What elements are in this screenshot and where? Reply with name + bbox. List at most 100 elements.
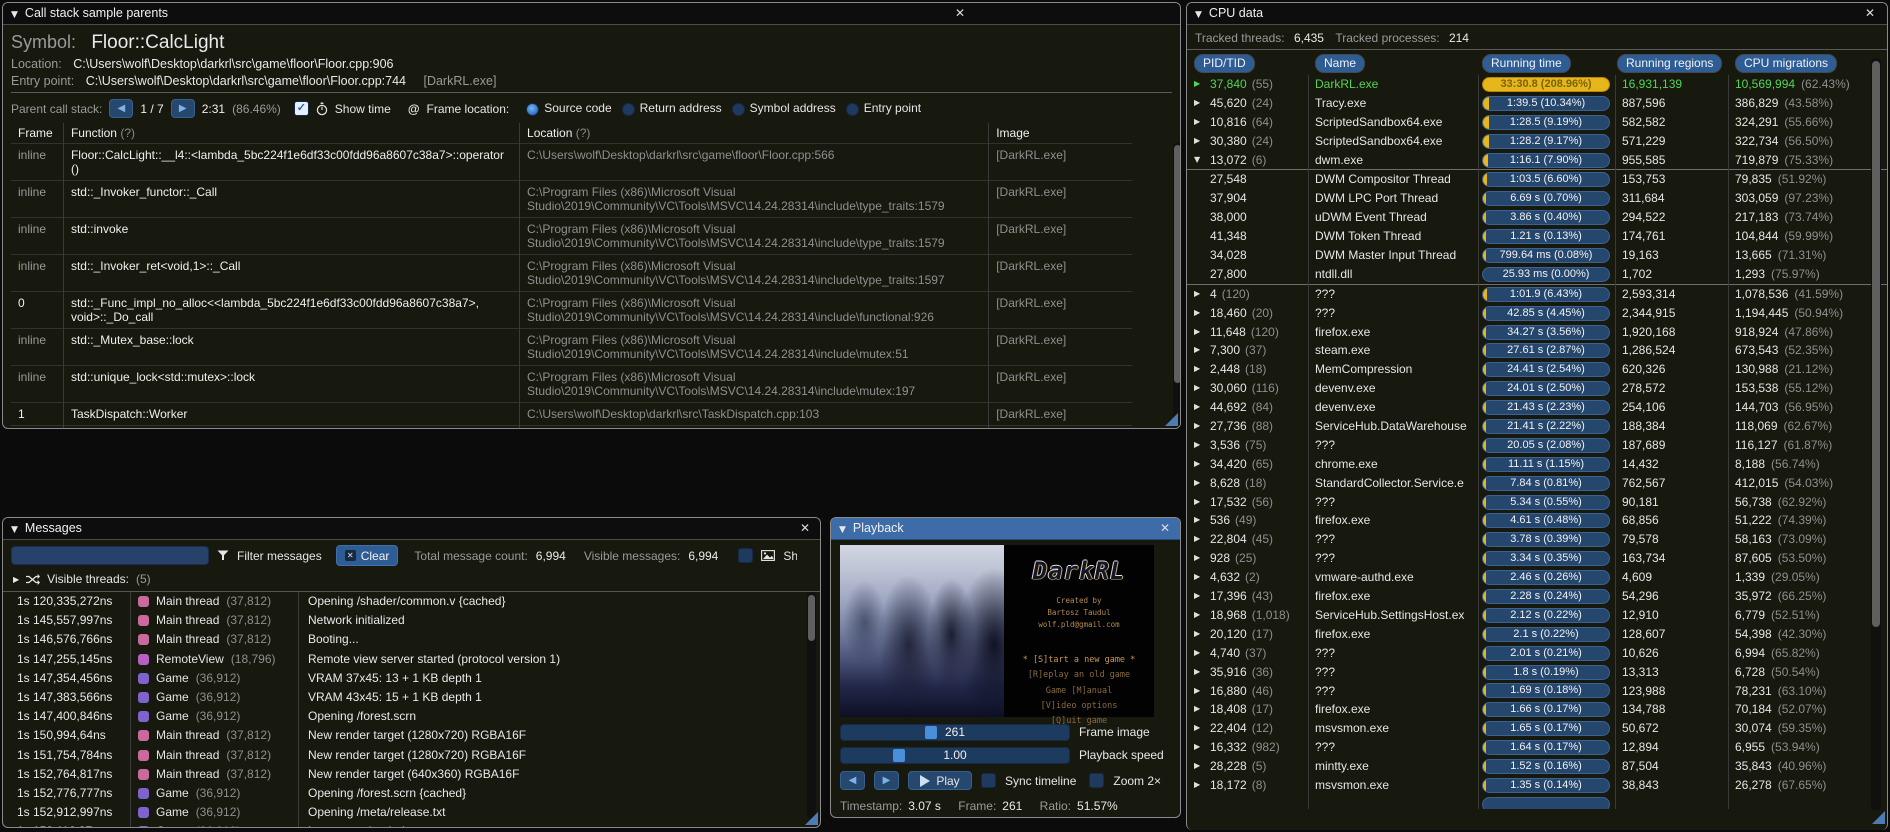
cpu-row[interactable]: 38,000 uDWM Event Thread 3.86 s (0.40%) 294… — [1187, 208, 1887, 227]
callstack-frame-row[interactable]: inline std::_Mutex_base::lock C:\Program F… — [11, 328, 1132, 366]
expand-icon[interactable]: ▶ — [1187, 682, 1210, 701]
cpu-row[interactable]: ▶ 4,740 (37)??? 2.01 s (0.21%) 10,626 6,994 (6… — [1187, 644, 1887, 663]
frame-location-radio[interactable]: Source code — [526, 101, 612, 116]
message-row[interactable]: 1s 146,576,766ns Main thread (37,812) Booti… — [3, 630, 820, 650]
frame-image-slider[interactable]: 261 — [840, 724, 1070, 741]
close-icon[interactable]: ✕ — [800, 518, 810, 539]
cpu-row[interactable]: ▶ 22,404 (12) msvsmon.exe 1.65 s (0.17%) 50,6… — [1187, 719, 1887, 738]
message-row[interactable]: 1s 152,764,817ns Main thread (37,812) New r… — [3, 764, 820, 784]
radio-icon[interactable] — [845, 102, 859, 116]
resize-grip[interactable] — [805, 812, 818, 825]
pid-cell[interactable]: ▶ 4,740 (37) — [1187, 644, 1308, 663]
cpu-row[interactable]: ▶ 4 (120)??? 1:01.9 (6.43%) 2,593,314 1,078,5… — [1187, 285, 1887, 304]
pid-cell[interactable]: 38,000 — [1187, 208, 1308, 227]
expand-icon[interactable]: ▶ — [1187, 700, 1210, 719]
expand-icon[interactable]: ▶ — [1187, 757, 1210, 776]
frame-location-radio[interactable]: Entry point — [845, 101, 921, 116]
expand-icon[interactable]: ▶ — [1187, 417, 1210, 436]
messages-titlebar[interactable]: ▼ Messages ✕ — [3, 518, 820, 540]
playback-speed-slider[interactable]: 1.00 — [840, 747, 1070, 764]
pid-cell[interactable]: ▶ 30,060 (116) — [1187, 379, 1308, 398]
frame-location-radio[interactable]: Symbol address — [731, 101, 836, 116]
expand-icon[interactable]: ▶ — [1187, 304, 1210, 323]
cpu-row[interactable]: ▶ 30,380 (24) ScriptedSandbox64.exe 1:28.2 (… — [1187, 132, 1887, 151]
cpu-row[interactable]: 34,028 DWM Master Input Thread 799.64 ms (… — [1187, 246, 1887, 265]
frame-function[interactable]: std::_Invoker_functor::_Call — [63, 180, 521, 218]
close-icon[interactable]: ✕ — [1160, 518, 1170, 539]
expand-icon[interactable]: ▶ — [1187, 644, 1210, 663]
frame-function[interactable]: std::thread::_Invoke<std::tuple<<lambda_… — [63, 425, 521, 428]
expand-icon[interactable]: ▶ — [1187, 776, 1210, 795]
callstack-frame-row[interactable]: inline Floor::CalcLight::__l4::<lambda_5b… — [11, 143, 1132, 181]
radio-label[interactable]: Entry point — [864, 101, 921, 115]
expand-icon[interactable]: ▶ — [1187, 511, 1210, 530]
collapse-icon[interactable]: ▼ — [1187, 151, 1210, 170]
callstack-frame-row[interactable]: 0 std::_Func_impl_no_alloc<<lambda_5bc224… — [11, 291, 1132, 329]
col-running-regions[interactable]: Running regions — [1617, 54, 1723, 73]
cpu-row[interactable]: ▶ 44,692 (84) devenv.exe 21.43 s (2.23%) 254,… — [1187, 398, 1887, 417]
expand-icon[interactable]: ▶ — [1187, 738, 1210, 757]
close-icon[interactable]: ✕ — [955, 3, 965, 24]
collapse-icon[interactable]: ▼ — [11, 10, 18, 20]
expand-icon[interactable]: ▶ — [1187, 379, 1210, 398]
cpu-row[interactable]: ▶ 35,916 (36)??? 1.8 s (0.19%) 13,313 6,728 (5… — [1187, 663, 1887, 682]
pid-cell[interactable]: 27,548 — [1187, 170, 1308, 189]
resize-grip[interactable] — [1165, 413, 1178, 426]
cpu-row[interactable]: ▶ 34,420 (65) chrome.exe 11.11 s (1.15%) 14,4… — [1187, 455, 1887, 474]
callstack-frame-row[interactable]: 2std::thread::_Invoke<std::tuple<<lambda… — [11, 425, 1132, 428]
expand-icon[interactable]: ▶ — [1187, 436, 1210, 455]
radio-label[interactable]: Source code — [544, 101, 611, 115]
cpu-row[interactable]: ▶ 928 (25)??? 3.34 s (0.35%) 163,734 87,605 (5… — [1187, 549, 1887, 568]
expand-icon[interactable]: ▶ — [1187, 455, 1210, 474]
expand-icon[interactable]: ▶ — [1187, 625, 1210, 644]
cpu-row[interactable]: ▶ 17,396 (43) firefox.exe 2.28 s (0.24%) 54,2… — [1187, 587, 1887, 606]
col-cpu-migrations[interactable]: CPU migrations — [1735, 54, 1838, 73]
pid-cell[interactable]: ▶ 37,840 (55) — [1187, 75, 1308, 94]
expand-icon[interactable]: ▶ — [1187, 132, 1210, 151]
pid-cell[interactable]: ▶ 16,332 (982) — [1187, 738, 1308, 757]
pid-cell[interactable]: ▶ 22,404 (12) — [1187, 719, 1308, 738]
cpu-row[interactable]: ▶ 16,880 (46)??? 1.69 s (0.18%) 123,988 78,23… — [1187, 682, 1887, 701]
cpu-row[interactable]: 27,800 ntdll.dll 25.93 ms (0.00%) 1,702 1,29… — [1187, 265, 1887, 285]
cpu-row[interactable]: ▶ 18,968 (1,018) ServiceHub.SettingsHost.ex… — [1187, 606, 1887, 625]
callstack-titlebar[interactable]: ▼ Call stack sample parents ✕ — [3, 3, 1180, 25]
radio-label[interactable]: Symbol address — [750, 101, 836, 115]
cpu-row[interactable]: ▶ 7,300 (37) steam.exe 27.61 s (2.87%) 1,286,… — [1187, 341, 1887, 360]
expand-icon[interactable]: ▶ — [13, 575, 19, 584]
expand-icon[interactable]: ▶ — [1187, 663, 1210, 682]
collapse-icon[interactable]: ▼ — [11, 525, 18, 535]
clear-button[interactable]: ✕ Clear — [335, 545, 399, 566]
frame-function[interactable]: TaskDispatch::Worker — [63, 402, 521, 426]
cpu-row[interactable]: ▶ 27,736 (88) ServiceHub.DataWarehouse 21.41… — [1187, 417, 1887, 436]
pid-cell[interactable]: ▶ 18,408 (17) — [1187, 700, 1308, 719]
expand-icon[interactable]: ▶ — [1187, 285, 1210, 304]
radio-label[interactable]: Return address — [640, 101, 722, 115]
pid-cell[interactable]: ▶ 18,968 (1,018) — [1187, 606, 1308, 625]
message-row[interactable]: 1s 147,255,145ns RemoteView (18,796) Remote… — [3, 649, 820, 669]
frame-location-radio[interactable]: Return address — [621, 101, 722, 116]
col-running-time[interactable]: Running time — [1482, 54, 1571, 73]
callstack-frame-row[interactable]: 1 TaskDispatch::Worker C:\Users\wolf\Deskt… — [11, 402, 1132, 426]
pid-cell[interactable]: ▶ 44,692 (84) — [1187, 398, 1308, 417]
close-icon[interactable]: ✕ — [1865, 3, 1875, 24]
visible-threads-label[interactable]: Visible threads: — [47, 572, 129, 586]
cpu-row[interactable]: ▶ 28,228 (5) mintty.exe 1.52 s (0.16%) 87,504… — [1187, 757, 1887, 776]
prev-frame-button[interactable]: ◀ — [840, 771, 865, 790]
pid-cell[interactable]: ▶ 2,448 (18) — [1187, 360, 1308, 379]
message-row[interactable]: 1s 150,994,64ns Main thread (37,812) New re… — [3, 726, 820, 746]
expand-icon[interactable]: ▶ — [1187, 360, 1210, 379]
expand-icon[interactable]: ▶ — [1187, 587, 1210, 606]
frame-function[interactable]: std::_Invoker_ret<void,1>::_Call — [63, 254, 521, 292]
expand-icon[interactable]: ▶ — [1187, 341, 1210, 360]
callstack-frame-row[interactable]: inline std::invoke C:\Program Files (x86)\… — [11, 217, 1132, 255]
frame-function[interactable]: std::_Mutex_base::lock — [63, 328, 521, 366]
cpu-row[interactable]: ▶ 22,804 (45)??? 3.78 s (0.39%) 79,578 58,163… — [1187, 530, 1887, 549]
callstack-frame-row[interactable]: inline std::_Invoker_ret<void,1>::_Call C:… — [11, 254, 1132, 292]
expand-icon[interactable]: ▶ — [1187, 474, 1210, 493]
pid-cell[interactable]: ▶ 16,880 (46) — [1187, 682, 1308, 701]
show-time-checkbox[interactable]: ✓ — [293, 101, 309, 116]
frame-function[interactable]: std::_Func_impl_no_alloc<<lambda_5bc224f… — [63, 291, 521, 329]
pid-cell[interactable]: ▶ 17,532 (56) — [1187, 493, 1308, 512]
radio-icon[interactable] — [731, 102, 745, 116]
pid-cell[interactable]: ▶ 20,120 (17) — [1187, 625, 1308, 644]
